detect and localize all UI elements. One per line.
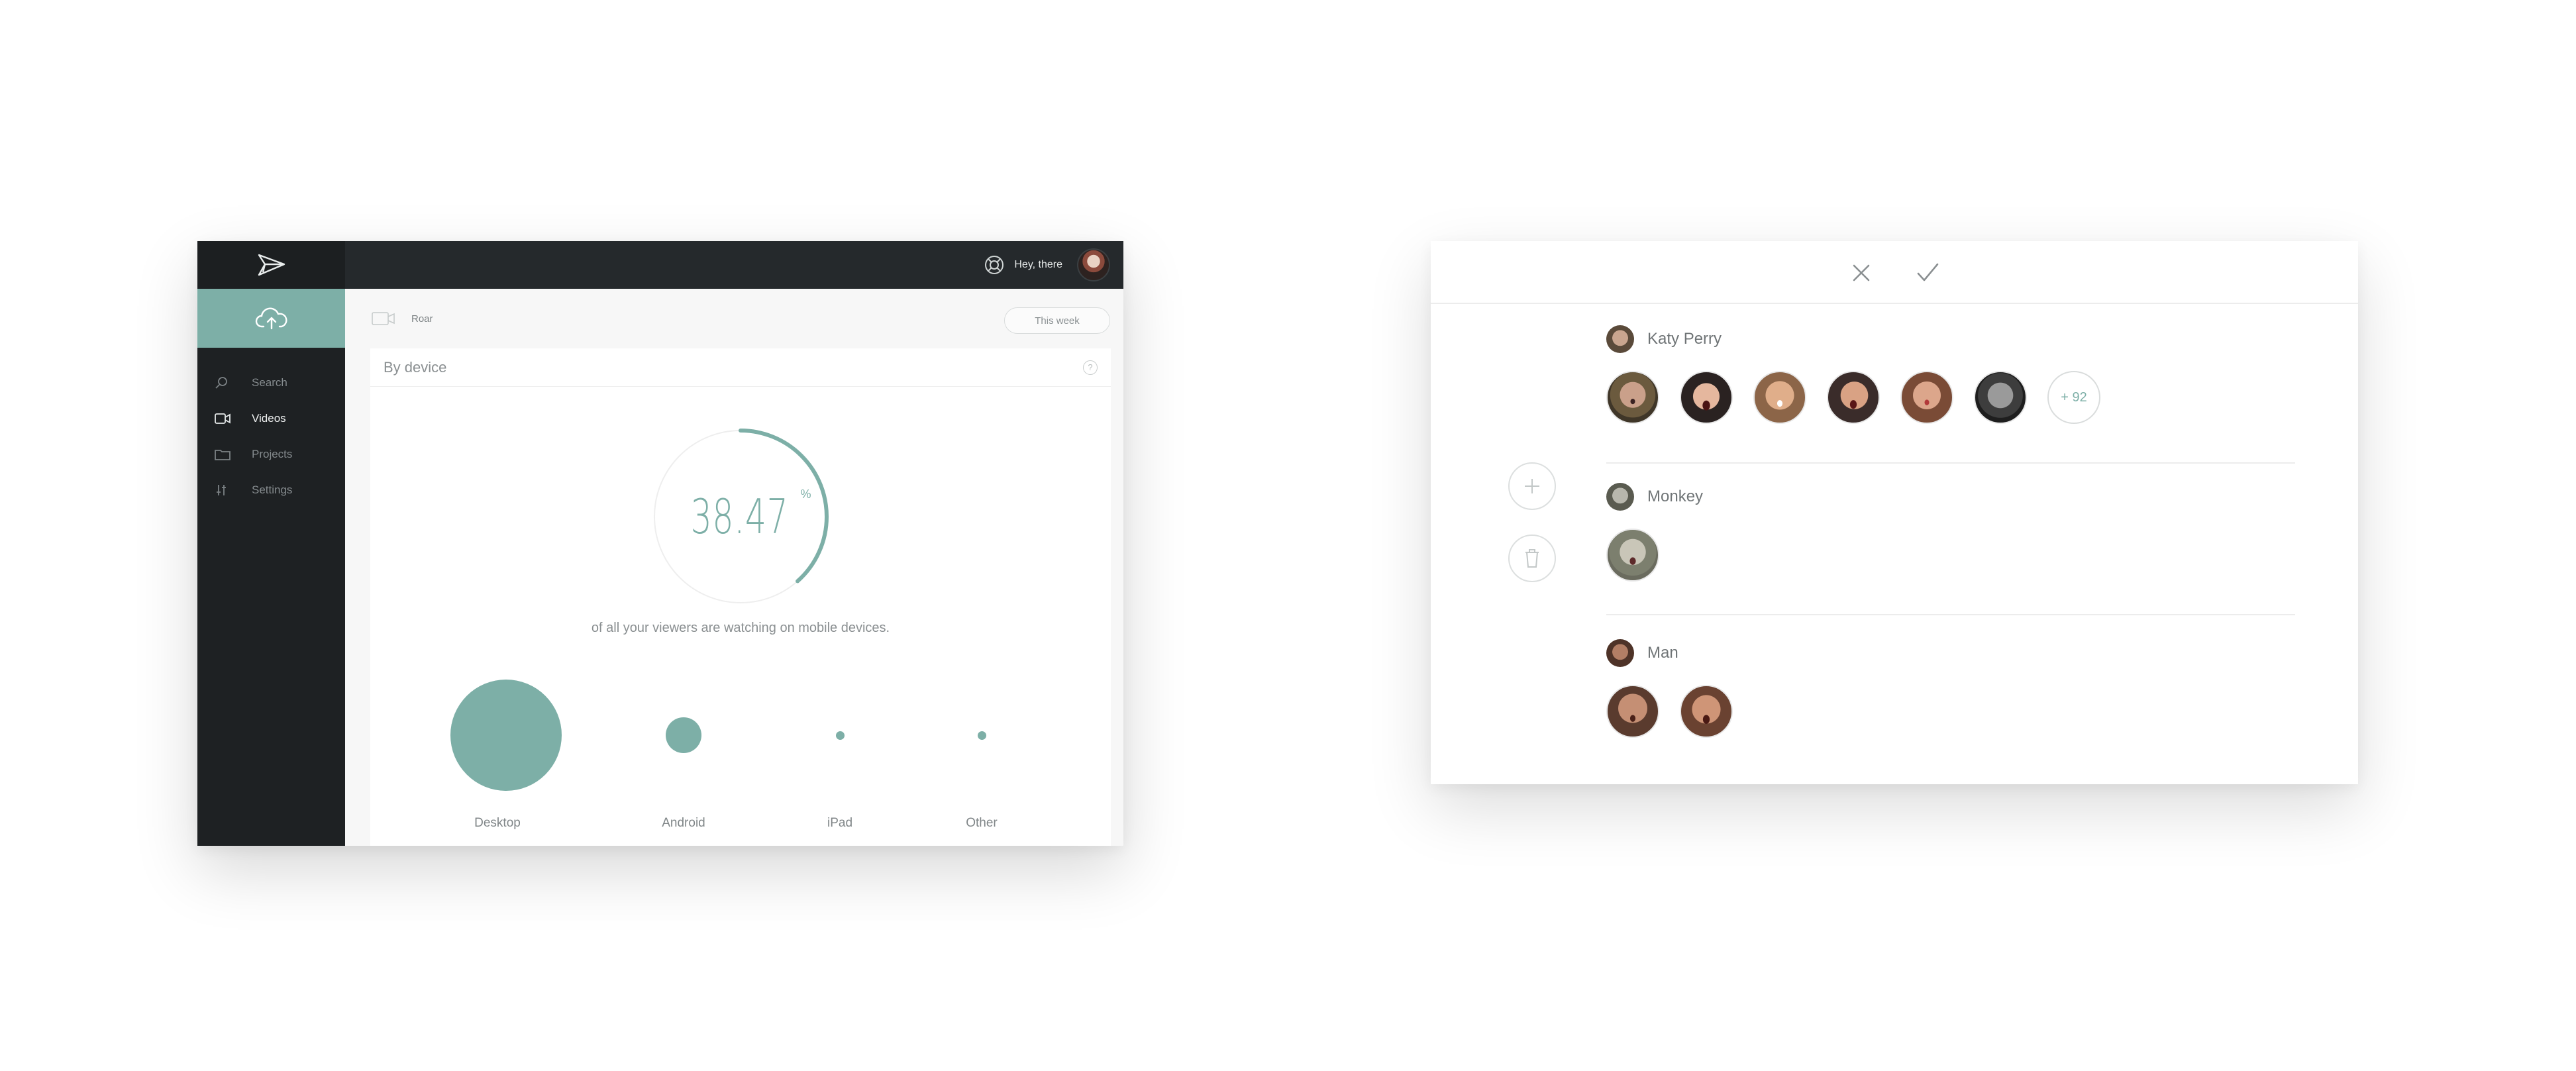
upload-button[interactable] (197, 289, 345, 348)
app-logo[interactable] (197, 241, 345, 289)
lifebuoy-icon[interactable] (984, 254, 1005, 276)
folder-icon (215, 446, 231, 462)
card-header: By device ? (370, 348, 1111, 387)
sidebar-item-label: Search (252, 376, 287, 389)
video-thumbnail-icon (372, 312, 395, 325)
device-label-desktop: Desktop (474, 816, 521, 830)
sidebar-item-search[interactable]: Search (197, 365, 345, 401)
face-tagging-panel: Katy Perry + 92 Monkey Man (1431, 241, 2358, 784)
device-label-ipad: iPad (827, 816, 853, 830)
search-icon (215, 375, 231, 391)
face-thumbnail[interactable] (1753, 371, 1806, 424)
device-label-other: Other (966, 816, 998, 830)
gauge-unit: % (800, 487, 811, 501)
group-avatar (1606, 483, 1634, 511)
face-group-katy-perry: Katy Perry + 92 (1606, 323, 2189, 424)
face-thumbnail[interactable] (1827, 371, 1880, 424)
card-title: By device (384, 358, 447, 376)
plus-icon (1525, 479, 1539, 493)
gauge-value: 38.47 (691, 489, 789, 544)
face-thumbnail[interactable] (1606, 529, 1659, 582)
sliders-icon (215, 482, 231, 498)
sidebar-item-settings[interactable]: Settings (197, 472, 345, 508)
delete-person-button[interactable] (1508, 535, 1556, 582)
device-bubble-ipad[interactable] (836, 731, 845, 740)
close-icon[interactable] (1848, 260, 1875, 286)
face-thumbnail[interactable] (1974, 371, 2027, 424)
face-thumbnail[interactable] (1680, 685, 1733, 738)
greeting-text: Hey, there (1014, 259, 1062, 270)
group-name: Man (1647, 644, 1678, 662)
face-thumbnail[interactable] (1680, 371, 1733, 424)
face-group-man: Man (1606, 637, 2189, 738)
face-thumbnail[interactable] (1606, 371, 1659, 424)
gauge-caption: of all your viewers are watching on mobi… (591, 621, 890, 635)
cloud-upload-icon (255, 307, 287, 329)
check-icon[interactable] (1914, 260, 1941, 286)
device-bubble-desktop[interactable] (450, 680, 562, 791)
video-toolbar: Roar This week (345, 289, 1123, 348)
trash-icon (1525, 549, 1539, 568)
sidebar-item-label: Projects (252, 448, 293, 460)
video-name: Roar (411, 313, 433, 325)
group-divider (1606, 614, 2295, 615)
device-bubble-android[interactable] (666, 717, 701, 753)
help-icon[interactable]: ? (1083, 360, 1098, 375)
group-name: Monkey (1647, 487, 1704, 505)
device-stats-card: By device ? 38.47 % of all your viewers … (370, 348, 1111, 846)
add-person-button[interactable] (1508, 462, 1556, 510)
gauge-value-wrap: 38.47 % (649, 425, 832, 608)
sidebar: Search Videos Projects Settings (197, 289, 345, 846)
main-content: Roar This week By device ? 38.47 % of al… (345, 289, 1123, 846)
face-thumbnails (1606, 685, 2189, 738)
sidebar-item-projects[interactable]: Projects (197, 436, 345, 472)
face-group-monkey: Monkey (1606, 481, 2189, 582)
top-bar: Hey, there (197, 241, 1123, 289)
group-avatar (1606, 325, 1634, 353)
group-header: Man (1606, 637, 2189, 669)
sidebar-nav: Search Videos Projects Settings (197, 365, 345, 508)
user-avatar[interactable] (1077, 248, 1110, 281)
device-label-android: Android (662, 816, 705, 830)
group-divider (1606, 462, 2295, 464)
analytics-dashboard: Hey, there Search Videos Projects Settin… (197, 241, 1123, 846)
group-header: Katy Perry (1606, 323, 2189, 355)
sidebar-item-videos[interactable]: Videos (197, 401, 345, 436)
sidebar-item-label: Settings (252, 484, 293, 496)
period-select-button[interactable]: This week (1004, 307, 1110, 334)
face-thumbnail[interactable] (1900, 371, 1953, 424)
face-thumbnail[interactable] (1606, 685, 1659, 738)
device-bubble-other[interactable] (978, 731, 986, 740)
video-icon (215, 411, 231, 427)
mobile-share-gauge: 38.47 % (649, 425, 832, 608)
paper-plane-logo-icon (258, 254, 285, 276)
group-header: Monkey (1606, 481, 2189, 513)
face-thumbnails (1606, 529, 2189, 582)
group-avatar (1606, 639, 1634, 667)
sidebar-item-label: Videos (252, 412, 286, 425)
more-faces-badge[interactable]: + 92 (2047, 371, 2100, 424)
face-thumbnails: + 92 (1606, 371, 2189, 424)
group-name: Katy Perry (1647, 330, 1722, 348)
panel-action-bar (1431, 241, 2358, 304)
user-area: Hey, there (984, 241, 1110, 289)
